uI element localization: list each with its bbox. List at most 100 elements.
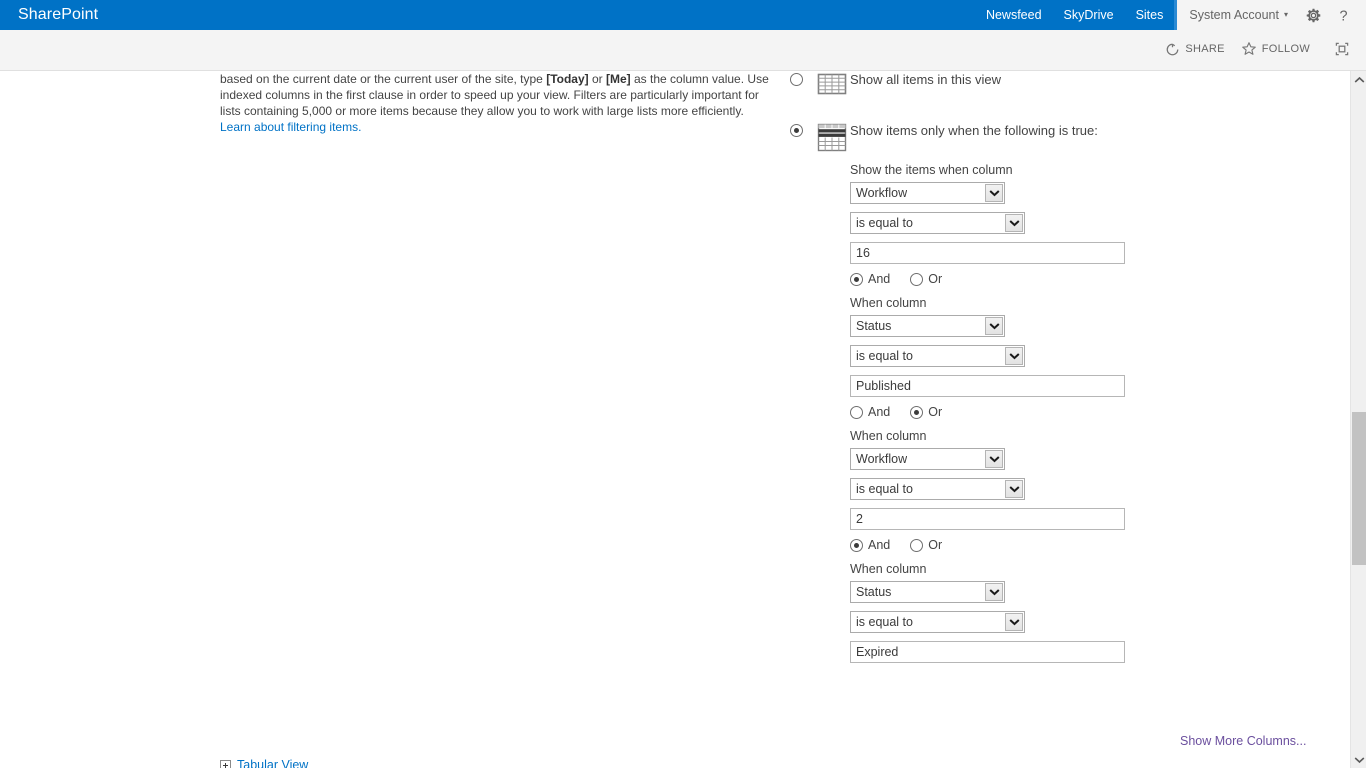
clause-3-or-option[interactable]: Or (910, 538, 942, 552)
table-all-rows-icon (816, 71, 850, 96)
chevron-down-icon[interactable] (1005, 214, 1023, 232)
clause-2-column-select[interactable]: Status (850, 315, 1005, 337)
clause-2-caption: When column (850, 296, 927, 310)
follow-label: FOLLOW (1261, 43, 1310, 55)
learn-about-filtering-link[interactable]: Learn about filtering items. (220, 120, 361, 134)
suite-bar: SharePoint Newsfeed SkyDrive Sites Syste… (0, 0, 1366, 34)
show-filtered-items-option[interactable]: Show items only when the following is tr… (790, 122, 1210, 153)
help-icon[interactable]: ? (1328, 0, 1358, 30)
show-all-items-radio-wrap (790, 71, 816, 86)
clause-3-and-option[interactable]: And (850, 538, 890, 552)
clause-1-value-input[interactable] (850, 242, 1125, 264)
clause-1-operator-value: is equal to (856, 216, 913, 230)
clause-1-or-radio[interactable] (910, 272, 924, 286)
account-area: System Account ▾ ? (1177, 0, 1366, 30)
clause-4-column-select[interactable]: Status (850, 581, 1005, 603)
clause-1-column-select[interactable]: Workflow (850, 182, 1005, 204)
show-more-columns-link[interactable]: Show More Columns... (1180, 734, 1306, 748)
share-icon (1165, 42, 1180, 57)
account-name[interactable]: System Account (1189, 8, 1279, 22)
clause-1-operator-select[interactable]: is equal to (850, 212, 1025, 234)
clause-1-conjunction: And Or (850, 272, 1210, 286)
chevron-down-icon[interactable] (985, 583, 1003, 601)
chevron-down-icon[interactable] (985, 317, 1003, 335)
clause-3-caption: When column (850, 429, 927, 443)
help-text-pre: based on the current date or the current… (220, 72, 547, 86)
chevron-down-icon[interactable] (1005, 480, 1023, 498)
token-today: [Today] (546, 72, 589, 86)
clause-2-or-option[interactable]: Or (910, 405, 942, 419)
show-filtered-items-radio-wrap (790, 122, 816, 137)
clause-1-or-option[interactable]: Or (910, 272, 942, 286)
scroll-down-button[interactable] (1351, 751, 1366, 768)
filter-clause-1: Show the items when column Workflow is e… (850, 163, 1210, 286)
suite-nav-links: Newsfeed SkyDrive Sites (975, 0, 1175, 34)
clause-1-or-label: Or (928, 272, 943, 286)
plus-box-icon[interactable] (220, 759, 231, 768)
clause-1-caption: Show the items when column (850, 163, 1013, 177)
clause-4-column-value: Status (856, 585, 892, 599)
sharepoint-brand[interactable]: SharePoint (18, 6, 98, 24)
star-icon (1241, 41, 1257, 57)
chevron-down-icon[interactable] (1005, 613, 1023, 631)
clause-2-and-label: And (868, 405, 891, 419)
tabular-view-label[interactable]: Tabular View (237, 758, 308, 768)
clause-3-value-input[interactable] (850, 508, 1125, 530)
clause-3-column-select[interactable]: Workflow (850, 448, 1005, 470)
help-text-mid: or (588, 72, 606, 86)
clause-2-operator-value: is equal to (856, 349, 913, 363)
clause-2-column-value: Status (856, 319, 892, 333)
clause-3-and-label: And (868, 538, 891, 552)
clause-3-or-radio[interactable] (910, 538, 924, 552)
gear-icon[interactable] (1298, 0, 1328, 30)
page-canvas: based on the current date or the current… (0, 71, 1350, 768)
show-all-items-option[interactable]: Show all items in this view (790, 71, 1210, 96)
tabular-view-section[interactable]: Tabular View (220, 758, 308, 768)
suite-link-skydrive[interactable]: SkyDrive (1053, 0, 1125, 30)
show-filtered-items-radio[interactable] (790, 124, 803, 137)
clause-2-value-input[interactable] (850, 375, 1125, 397)
clause-1-column-value: Workflow (856, 186, 908, 200)
clause-3-operator-select[interactable]: is equal to (850, 478, 1025, 500)
suite-link-sites[interactable]: Sites (1125, 0, 1175, 34)
scrollbar-thumb[interactable] (1352, 412, 1366, 565)
clause-2-conjunction: And Or (850, 405, 1210, 419)
focus-on-content-button[interactable] (1320, 39, 1356, 59)
clause-4-operator-select[interactable]: is equal to (850, 611, 1025, 633)
token-me: [Me] (606, 72, 631, 86)
clause-2-and-radio[interactable] (850, 405, 863, 419)
show-all-items-label: Show all items in this view (850, 72, 1001, 87)
show-filtered-items-label: Show items only when the following is tr… (850, 123, 1098, 138)
clause-3-or-label: Or (928, 538, 943, 552)
clause-1-and-label: And (868, 272, 891, 286)
show-all-items-radio[interactable] (790, 73, 803, 86)
share-button[interactable]: SHARE (1159, 40, 1230, 59)
clause-1-and-radio[interactable] (850, 272, 863, 286)
clause-3-operator-value: is equal to (856, 482, 913, 496)
clause-2-operator-select[interactable]: is equal to (850, 345, 1025, 367)
chevron-down-icon[interactable] (985, 184, 1003, 202)
clause-3-column-value: Workflow (856, 452, 908, 466)
follow-button[interactable]: FOLLOW (1235, 39, 1316, 59)
clause-2-or-radio[interactable] (910, 405, 924, 419)
clause-4-operator-value: is equal to (856, 615, 913, 629)
clause-2-and-option[interactable]: And (850, 405, 890, 419)
vertical-scrollbar[interactable] (1350, 71, 1366, 768)
clause-1-and-option[interactable]: And (850, 272, 890, 286)
clause-4-caption: When column (850, 562, 927, 576)
suite-bar-right: Newsfeed SkyDrive Sites System Account ▾… (975, 0, 1366, 34)
filter-options-panel: Show all items in this view Show items o… (790, 71, 1210, 671)
chevron-down-icon[interactable] (985, 450, 1003, 468)
filter-clause-3: When column Workflow is equal to 2 And O… (850, 429, 1210, 552)
show-more-columns-row: Show More Columns... (1180, 733, 1306, 748)
svg-text:?: ? (1339, 8, 1347, 23)
clause-4-value-input[interactable] (850, 641, 1125, 663)
clause-3-and-radio[interactable] (850, 538, 863, 552)
chevron-down-icon[interactable] (1005, 347, 1023, 365)
suite-link-newsfeed[interactable]: Newsfeed (975, 0, 1053, 30)
scroll-up-button[interactable] (1351, 71, 1366, 88)
clause-2-or-label: Or (928, 405, 943, 419)
focus-on-content-icon (1334, 41, 1350, 57)
chevron-down-icon[interactable]: ▾ (1284, 11, 1288, 19)
action-strip: SHARE FOLLOW (0, 30, 1366, 71)
